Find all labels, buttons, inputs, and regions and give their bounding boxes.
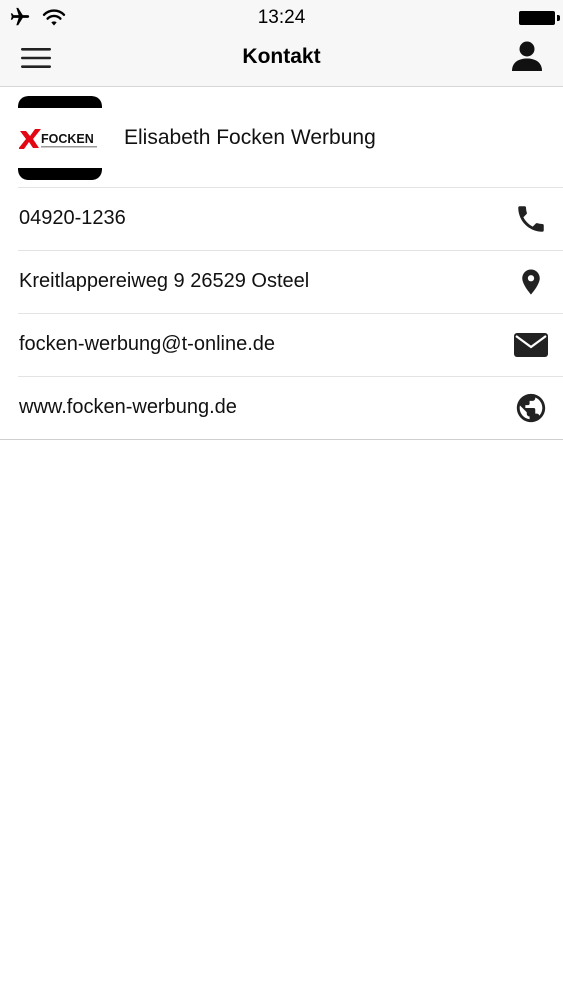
status-time: 13:24	[257, 7, 306, 28]
phone-row[interactable]: 04920-1236	[18, 188, 563, 251]
nav-bar: Kontakt	[0, 36, 563, 86]
logo-band-bottom	[18, 168, 102, 180]
email-row[interactable]: focken-werbung@t-online.de	[18, 314, 563, 377]
address-row[interactable]: Kreitlappereiweg 9 26529 Osteel	[18, 251, 563, 314]
logo-mark: FOCKEN	[18, 128, 99, 150]
phone-number: 04920-1236	[19, 207, 126, 229]
top-bar: 13:24 Kontakt	[0, 0, 563, 87]
website-url: www.focken-werbung.de	[19, 396, 237, 418]
location-pin-icon[interactable]	[513, 265, 549, 299]
globe-icon[interactable]	[513, 391, 549, 425]
email-address: focken-werbung@t-online.de	[19, 333, 276, 355]
status-bar: 13:24	[0, 0, 563, 36]
address: Kreitlappereiweg 9 26529 Osteel	[19, 270, 310, 292]
user-button[interactable]	[505, 38, 549, 78]
page-title: Kontakt	[242, 45, 321, 68]
mail-icon[interactable]	[513, 328, 549, 362]
phone-icon[interactable]	[513, 202, 549, 236]
company-logo: FOCKEN	[18, 96, 102, 180]
website-row[interactable]: www.focken-werbung.de	[18, 377, 563, 439]
company-name: Elisabeth Focken Werbung	[124, 126, 376, 149]
logo-text: FOCKEN	[41, 132, 94, 146]
user-icon	[511, 40, 543, 77]
battery-icon	[519, 11, 560, 25]
contact-list: FOCKEN Elisabeth Focken Werbung 04920-12…	[0, 87, 563, 440]
company-header: FOCKEN Elisabeth Focken Werbung	[18, 87, 563, 188]
logo-band-top	[18, 96, 102, 108]
